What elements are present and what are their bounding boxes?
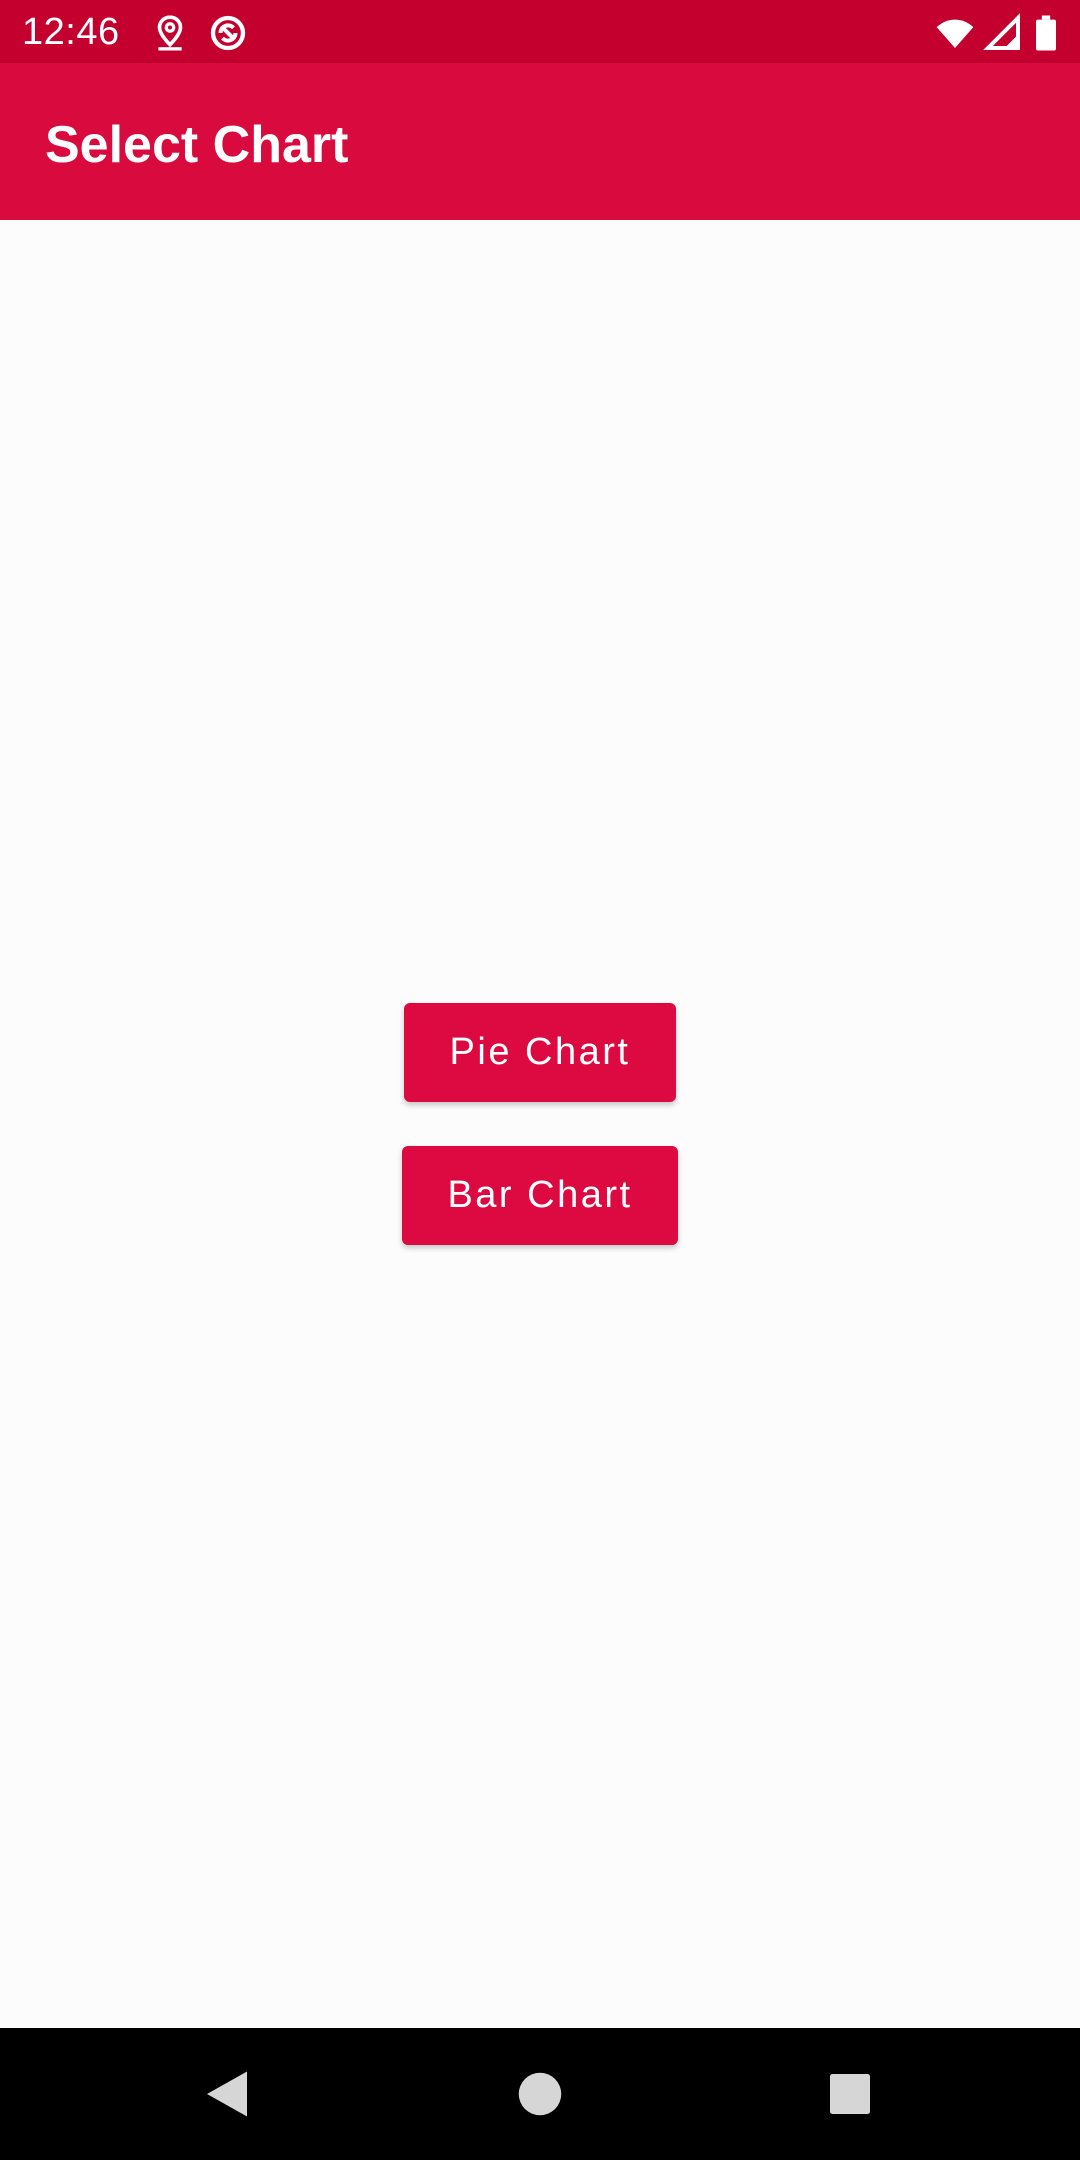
wifi-icon bbox=[935, 13, 975, 53]
battery-icon bbox=[1031, 13, 1061, 53]
main-content bbox=[0, 220, 1080, 2028]
home-icon[interactable] bbox=[510, 2064, 570, 2124]
navigation-bar bbox=[0, 2028, 1080, 2160]
sync-badge-icon bbox=[208, 13, 248, 53]
pie-chart-button[interactable]: Pie Chart bbox=[404, 1003, 676, 1102]
recents-icon[interactable] bbox=[820, 2064, 880, 2124]
location-pin-icon bbox=[150, 13, 190, 53]
status-bar: 12:46 bbox=[0, 0, 1080, 63]
status-time: 12:46 bbox=[22, 11, 120, 53]
app-bar: Select Chart bbox=[0, 63, 1080, 220]
back-icon[interactable] bbox=[197, 2064, 257, 2124]
page-title: Select Chart bbox=[45, 116, 349, 174]
bar-chart-button[interactable]: Bar Chart bbox=[402, 1146, 678, 1245]
signal-icon bbox=[983, 13, 1023, 53]
